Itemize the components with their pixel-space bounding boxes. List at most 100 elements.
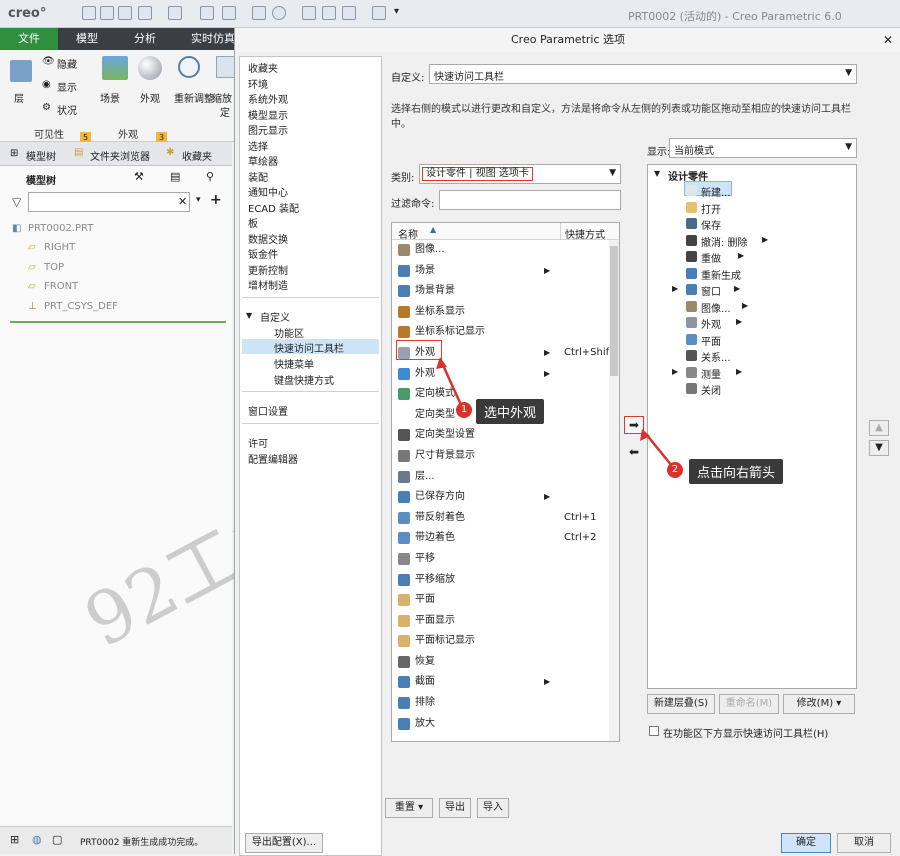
- tree-item-front[interactable]: FRONT: [44, 281, 78, 292]
- tab-favorites[interactable]: 收藏夹: [182, 148, 212, 163]
- dialog-close-icon[interactable]: ✕: [883, 33, 893, 47]
- expand-icon[interactable]: ▶: [672, 367, 678, 376]
- move-down-icon[interactable]: ▼: [869, 440, 889, 456]
- col-name-header[interactable]: 名称: [398, 226, 418, 241]
- command-row[interactable]: 放大: [392, 714, 619, 735]
- ok-button[interactable]: 确定: [781, 833, 831, 853]
- nav-update-control[interactable]: 更新控制: [248, 262, 288, 277]
- rename-button[interactable]: 重命名(M): [719, 694, 779, 714]
- qat-item[interactable]: 测量: [701, 366, 721, 381]
- nav-customize[interactable]: 自定义: [260, 309, 290, 324]
- tree-item-part[interactable]: PRT0002.PRT: [28, 223, 93, 234]
- window-icon[interactable]: [222, 6, 236, 20]
- layers-button[interactable]: 层: [14, 90, 24, 105]
- tab-live-sim[interactable]: 实时仿真: [186, 28, 240, 50]
- undo-icon[interactable]: [138, 6, 152, 20]
- hide-button[interactable]: 隐藏: [57, 56, 77, 71]
- appearance-button[interactable]: 外观: [140, 90, 160, 105]
- open-file-icon[interactable]: [100, 6, 114, 20]
- clear-search-icon[interactable]: ✕: [178, 195, 187, 208]
- close-window-icon[interactable]: [372, 6, 386, 20]
- zoom-button[interactable]: 缩放: [212, 90, 232, 105]
- collapse-icon[interactable]: ▼: [246, 311, 252, 320]
- status-button[interactable]: 状况: [57, 102, 77, 117]
- nav-model-display[interactable]: 模型显示: [248, 107, 288, 122]
- qat-item[interactable]: 平面: [701, 333, 721, 348]
- command-row[interactable]: 恢复: [392, 652, 619, 673]
- display-select[interactable]: 当前模式 ▼: [669, 138, 857, 158]
- qat-item[interactable]: 重做: [701, 250, 721, 265]
- redo-icon[interactable]: [168, 6, 182, 20]
- command-row[interactable]: 层...: [392, 467, 619, 488]
- qat-item[interactable]: 窗口: [701, 283, 721, 298]
- command-row[interactable]: 平移: [392, 549, 619, 570]
- nav-system-appearance[interactable]: 系统外观: [248, 91, 288, 106]
- command-scrollbar-thumb[interactable]: [610, 246, 618, 376]
- image-icon[interactable]: [252, 6, 266, 20]
- qat-item[interactable]: 打开: [701, 201, 721, 216]
- status-globe-icon[interactable]: ◍: [32, 833, 42, 846]
- regenerate-icon[interactable]: [200, 6, 214, 20]
- move-up-icon[interactable]: ▲: [869, 420, 889, 436]
- tab-model[interactable]: 模型: [66, 28, 108, 50]
- zoom-icon[interactable]: [216, 56, 236, 78]
- nav-ecad-assembly[interactable]: ECAD 装配: [248, 200, 299, 215]
- nav-data-exchange[interactable]: 数据交换: [248, 231, 288, 246]
- export-config-button[interactable]: 导出配置(X)...: [245, 833, 323, 853]
- appearance-icon[interactable]: [272, 6, 286, 20]
- nav-keyboard-shortcuts[interactable]: 键盘快捷方式: [274, 372, 334, 387]
- save-icon[interactable]: [118, 6, 132, 20]
- nav-additive[interactable]: 增材制造: [248, 277, 288, 292]
- scene-icon[interactable]: [102, 56, 128, 80]
- nav-entity-display[interactable]: 图元显示: [248, 122, 288, 137]
- scene-button[interactable]: 场景: [100, 90, 120, 105]
- nav-quick-access-toolbar[interactable]: 快速访问工具栏: [274, 340, 344, 355]
- command-row[interactable]: 带反射着色 Ctrl+1: [392, 508, 619, 529]
- layers-icon[interactable]: [10, 60, 32, 82]
- command-row[interactable]: 已保存方向 ▶: [392, 487, 619, 508]
- command-row[interactable]: 定向类型设置: [392, 425, 619, 446]
- plane-icon[interactable]: [302, 6, 316, 20]
- sort-asc-icon[interactable]: ▲: [430, 225, 436, 234]
- command-row[interactable]: 图像...: [392, 240, 619, 261]
- qat-item[interactable]: 新建...: [701, 184, 731, 199]
- qat-item[interactable]: 重新生成: [701, 267, 741, 282]
- refit-button[interactable]: 重新调整: [174, 90, 214, 105]
- orient-button[interactable]: 定: [220, 104, 230, 119]
- command-row[interactable]: 外观 ▶: [392, 364, 619, 385]
- command-row[interactable]: 平面: [392, 590, 619, 611]
- tab-model-tree[interactable]: 模型树: [26, 148, 56, 163]
- command-row[interactable]: 平面标记显示: [392, 631, 619, 652]
- reset-button[interactable]: 重置 ▾: [385, 798, 433, 818]
- qat-item[interactable]: 保存: [701, 217, 721, 232]
- nav-assembly[interactable]: 装配: [248, 169, 268, 184]
- command-row[interactable]: 平移缩放: [392, 570, 619, 591]
- new-file-icon[interactable]: [82, 6, 96, 20]
- nav-selection[interactable]: 选择: [248, 138, 268, 153]
- relations-icon[interactable]: [322, 6, 336, 20]
- col-shortcut-header[interactable]: 快捷方式: [565, 226, 605, 241]
- add-icon[interactable]: +: [210, 192, 222, 208]
- qat-item[interactable]: 图像...: [701, 300, 731, 315]
- tree-columns-icon[interactable]: ▤: [170, 170, 180, 183]
- appearance-ball-icon[interactable]: [138, 56, 162, 80]
- customize-qat-icon[interactable]: ▾: [394, 6, 399, 17]
- show-below-ribbon-checkbox[interactable]: [649, 726, 659, 736]
- tab-file[interactable]: 文件: [0, 28, 58, 50]
- customize-select[interactable]: 快速访问工具栏 ▼: [429, 64, 857, 84]
- import-button[interactable]: 导入: [477, 798, 509, 818]
- command-row[interactable]: 截面 ▶: [392, 672, 619, 693]
- command-row[interactable]: 尺寸背景显示: [392, 446, 619, 467]
- tab-analysis[interactable]: 分析: [124, 28, 166, 50]
- expand-icon[interactable]: ▶: [672, 284, 678, 293]
- category-select[interactable]: 设计零件 | 视图 选项卡 ▼: [419, 164, 621, 184]
- tree-settings-icon[interactable]: ⚒: [134, 170, 144, 183]
- nav-board[interactable]: 板: [248, 215, 258, 230]
- new-cascade-button[interactable]: 新建层叠(S): [647, 694, 715, 714]
- nav-sheetmetal[interactable]: 钣金件: [248, 246, 278, 261]
- filter-input[interactable]: [439, 190, 621, 210]
- nav-window-settings[interactable]: 窗口设置: [248, 403, 288, 418]
- measure-icon[interactable]: [342, 6, 356, 20]
- collapse-icon[interactable]: ▼: [654, 169, 660, 178]
- tree-search-input[interactable]: [28, 192, 190, 212]
